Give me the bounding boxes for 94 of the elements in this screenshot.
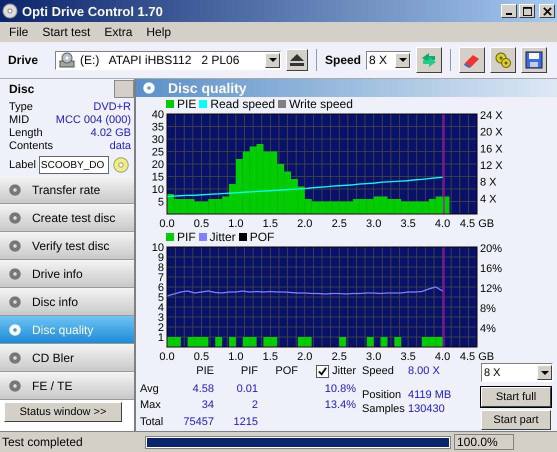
field-label: Type xyxy=(9,101,33,114)
axis-label: 4 xyxy=(158,302,164,314)
axis-label: 12% xyxy=(480,283,502,295)
axis-label: 9 xyxy=(158,252,164,264)
axis-label: 3 xyxy=(158,312,164,324)
field-label: MID xyxy=(9,114,30,127)
info-label: Position xyxy=(362,389,402,401)
axis-label: 10 xyxy=(152,243,164,254)
axis-label: 2.5 xyxy=(332,351,347,363)
axis-label: 1.5 xyxy=(262,351,278,363)
axis-label: 2.0 xyxy=(297,218,312,230)
axis-label: 10 xyxy=(152,184,164,196)
field-value: DVD+R xyxy=(93,101,131,114)
status-text: Test completed xyxy=(2,435,84,449)
axis-label: 20 xyxy=(152,159,164,171)
axis-label: 1.0 xyxy=(228,351,244,363)
axis-label: 3.5 xyxy=(400,351,416,363)
table-cell-text: 75457 xyxy=(182,416,214,428)
axis-label: 5 xyxy=(158,196,164,208)
axis-label: 3.0 xyxy=(366,351,382,363)
axis-label: 8 xyxy=(158,262,164,274)
axis-label: 0.0 xyxy=(159,351,175,363)
axis-label: 4% xyxy=(480,323,496,335)
axis-label: 4.5 GB xyxy=(460,351,494,363)
axis-label: 15 xyxy=(152,172,164,184)
field-value: 4.02 GB xyxy=(90,127,131,140)
info-value: 8.00 X xyxy=(408,365,440,377)
axis-label: 2.0 xyxy=(297,351,312,363)
axis-label: 40 xyxy=(152,110,164,121)
legend-label: Read speed xyxy=(210,96,276,110)
row-label: Total xyxy=(140,416,164,428)
axis-label: 20 X xyxy=(480,126,503,139)
table-cell-text: 10.8% xyxy=(324,382,356,395)
axis-label: 1 xyxy=(158,332,164,344)
label-label: Label xyxy=(9,159,36,171)
axis-label: 3.0 xyxy=(366,218,382,230)
info-label: Speed xyxy=(362,365,395,377)
axis-label: 8% xyxy=(480,303,496,315)
axis-label: 35 xyxy=(152,122,164,134)
axis-label: 4.0 xyxy=(434,351,450,363)
field-label: Contents xyxy=(9,140,54,153)
legend-label: PIF xyxy=(177,230,196,244)
table-cell-text: 13.4% xyxy=(324,399,356,412)
axis-label: 6 xyxy=(158,282,164,294)
table-cell-text: 0.01 xyxy=(236,382,258,395)
table-cell-text: 4.58 xyxy=(192,382,214,395)
axis-label: 16 X xyxy=(480,143,503,156)
axis-label: 5 xyxy=(158,292,164,304)
column-header: PIE xyxy=(195,365,214,378)
table-cell-text: 34 xyxy=(200,399,214,412)
progress-reading: 100.0% xyxy=(454,434,514,450)
axis-label: 1.5 xyxy=(262,218,278,230)
panel-title: Disc quality xyxy=(168,80,247,96)
axis-label: 1.0 xyxy=(228,218,244,230)
speed-label: Speed xyxy=(325,53,362,67)
axis-label: 0.5 xyxy=(194,218,210,230)
field-value: MCC 004 (000) xyxy=(56,114,131,127)
column-header: POF xyxy=(274,365,298,378)
table-cell-text: 2 xyxy=(250,399,258,412)
axis-label: 4 X xyxy=(480,193,497,206)
axis-label: 8 X xyxy=(480,176,497,189)
speed-value: 8 X xyxy=(483,366,502,378)
legend-label: Write speed xyxy=(289,96,353,110)
axis-label: 3.5 xyxy=(400,218,416,230)
field-label: Length xyxy=(9,127,43,140)
axis-label: 0.0 xyxy=(159,218,175,230)
axis-label: 7 xyxy=(158,272,164,284)
legend-label: POF xyxy=(250,230,274,244)
row-label: Max xyxy=(140,399,162,412)
table-cell-text: 1215 xyxy=(232,416,258,428)
drive-value: (E:) ATAPI iHBS112 2 PL06 xyxy=(79,53,240,67)
legend-label: Jitter xyxy=(210,230,236,244)
axis-label: 20% xyxy=(480,243,502,255)
field-value: data xyxy=(110,140,131,153)
legend-label: PIE xyxy=(177,96,196,110)
info-value: 4119 MB xyxy=(408,389,452,401)
axis-label: 4.5 GB xyxy=(460,218,494,230)
axis-label: 30 xyxy=(152,134,164,146)
disc-title: Disc xyxy=(9,82,34,96)
axis-label: 2 xyxy=(158,322,164,334)
window-title: Opti Drive Control 1.70 xyxy=(22,4,164,18)
axis-label: 0.5 xyxy=(194,351,210,363)
axis-label: 25 xyxy=(152,146,164,158)
info-value: 130430 xyxy=(408,403,445,415)
axis-label: 2.5 xyxy=(332,218,347,230)
column-header: PIF xyxy=(240,365,258,378)
row-label: Avg xyxy=(140,382,160,395)
speed-value: 8 X xyxy=(368,53,388,67)
axis-label: 12 X xyxy=(480,160,503,172)
info-label: Samples xyxy=(362,403,406,415)
axis-label: 16% xyxy=(480,263,502,275)
axis-label: 4.0 xyxy=(434,218,450,230)
axis-label: 24 X xyxy=(480,110,503,122)
drive-label: Drive xyxy=(8,53,40,67)
